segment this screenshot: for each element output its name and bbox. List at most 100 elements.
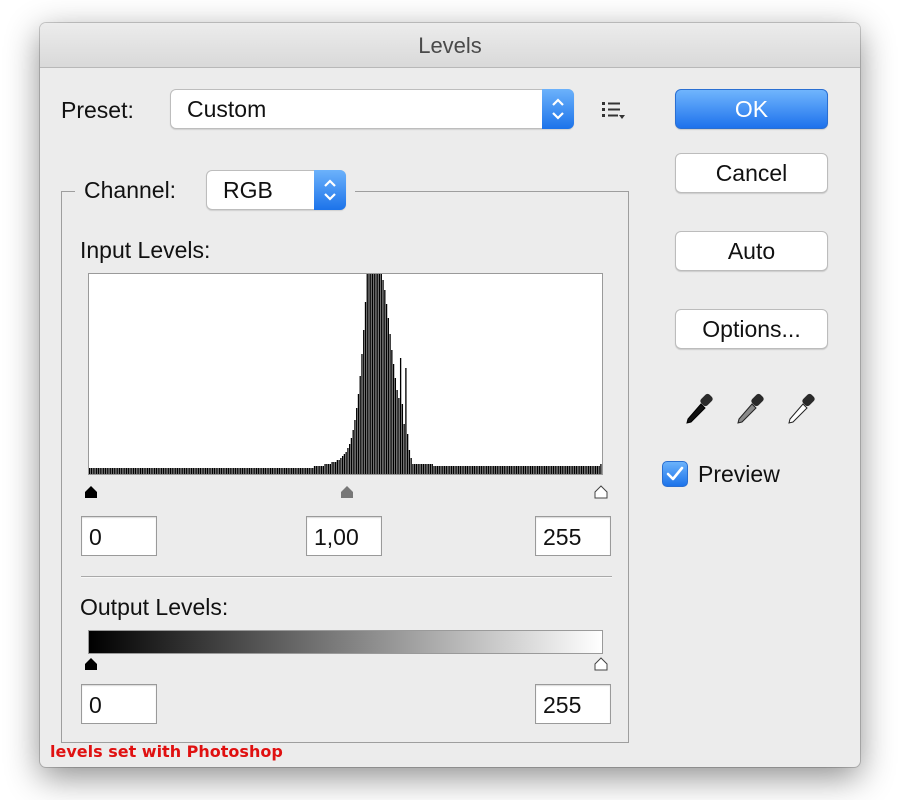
- histogram-bar: [320, 466, 323, 474]
- channel-select[interactable]: RGB: [206, 170, 346, 210]
- output-black-slider[interactable]: [83, 657, 99, 671]
- histogram-bar: [377, 274, 379, 474]
- histogram-bar: [596, 466, 599, 474]
- histogram-bar: [157, 468, 159, 474]
- histogram-bar: [510, 466, 512, 474]
- auto-button[interactable]: Auto: [675, 231, 828, 271]
- histogram-bar: [113, 468, 115, 474]
- histogram-bar: [551, 466, 553, 474]
- histogram-bar: [324, 464, 326, 474]
- histogram-bar: [436, 466, 439, 474]
- histogram-bar: [475, 466, 477, 474]
- white-eyedropper-icon[interactable]: [784, 391, 820, 427]
- histogram-bar: [401, 404, 404, 474]
- histogram-bar: [104, 468, 107, 474]
- preset-options-icon[interactable]: [601, 100, 627, 122]
- histogram-bar: [521, 466, 523, 474]
- histogram-bar: [544, 466, 546, 474]
- histogram-bar: [484, 466, 486, 474]
- histogram-bar: [298, 468, 300, 474]
- histogram-bar: [203, 468, 205, 474]
- histogram-bar: [94, 468, 96, 474]
- histogram-bar: [117, 468, 119, 474]
- histogram-bar: [280, 468, 282, 474]
- output-white-field[interactable]: 255: [535, 684, 611, 724]
- histogram-bar: [494, 466, 497, 474]
- histogram-bar: [127, 468, 129, 474]
- channel-value: RGB: [223, 177, 273, 203]
- histogram-bar: [340, 458, 342, 474]
- histogram-bar: [577, 466, 579, 474]
- histogram-bar: [354, 420, 356, 474]
- histogram-bar: [600, 464, 602, 474]
- histogram-bar: [201, 468, 203, 474]
- histogram-bar: [125, 468, 128, 474]
- histogram-bar: [96, 468, 98, 474]
- histogram-bar: [450, 466, 453, 474]
- histogram-bar: [406, 434, 409, 474]
- histogram-bar: [185, 468, 187, 474]
- histogram-bar: [129, 468, 131, 474]
- histogram-bar: [487, 466, 490, 474]
- histogram-bar: [522, 466, 525, 474]
- output-white-slider[interactable]: [593, 657, 609, 671]
- input-gamma-slider[interactable]: [339, 485, 355, 499]
- histogram-bar: [168, 468, 170, 474]
- histogram-bar: [385, 304, 388, 474]
- histogram-bar: [515, 466, 518, 474]
- histogram-bar: [463, 466, 465, 474]
- histogram-bar: [554, 466, 556, 474]
- histogram-bar: [152, 468, 154, 474]
- output-black-field[interactable]: 0: [81, 684, 157, 724]
- histogram-bar: [396, 390, 398, 474]
- preset-select[interactable]: Custom: [170, 89, 574, 129]
- histogram-bar: [106, 468, 108, 474]
- histogram-bar: [150, 468, 152, 474]
- histogram-bar: [310, 468, 312, 474]
- histogram-bar: [387, 318, 389, 474]
- histogram-bar: [568, 466, 570, 474]
- preset-stepper-icon: [542, 89, 574, 129]
- histogram-bar: [531, 466, 534, 474]
- histogram-bar: [587, 466, 590, 474]
- histogram-bar: [124, 468, 126, 474]
- histogram-bar: [508, 466, 511, 474]
- preview-checkbox[interactable]: [662, 461, 688, 487]
- histogram-bar: [579, 466, 581, 474]
- histogram-bar: [268, 468, 270, 474]
- histogram-bar: [299, 468, 302, 474]
- histogram-bar: [364, 302, 367, 474]
- options-button[interactable]: Options...: [675, 309, 828, 349]
- histogram-bar: [405, 368, 407, 474]
- histogram-bar: [533, 466, 535, 474]
- histogram-bar: [245, 468, 247, 474]
- histogram-bar: [384, 290, 386, 474]
- histogram-bar: [371, 274, 374, 474]
- output-levels-label: Output Levels:: [80, 594, 229, 620]
- histogram-bar: [410, 458, 412, 474]
- histogram-bar: [375, 274, 377, 474]
- histogram-bar: [308, 468, 310, 474]
- histogram-bar: [338, 460, 340, 474]
- cancel-button[interactable]: Cancel: [675, 153, 828, 193]
- input-white-slider[interactable]: [593, 485, 609, 499]
- histogram-bar: [108, 468, 110, 474]
- input-black-slider[interactable]: [83, 485, 99, 499]
- input-black-field[interactable]: 0: [81, 516, 157, 556]
- histogram-bar: [468, 466, 470, 474]
- histogram-bar: [403, 424, 405, 474]
- histogram-bar: [345, 452, 347, 474]
- input-gamma-field[interactable]: 1,00: [306, 516, 382, 556]
- ok-button[interactable]: OK: [675, 89, 828, 129]
- gray-eyedropper-icon[interactable]: [733, 391, 769, 427]
- histogram-bar: [540, 466, 542, 474]
- preview-label: Preview: [698, 461, 780, 487]
- input-white-value: 255: [543, 524, 582, 550]
- black-eyedropper-icon[interactable]: [682, 391, 718, 427]
- histogram-bar: [556, 466, 558, 474]
- input-white-field[interactable]: 255: [535, 516, 611, 556]
- histogram-bar: [566, 466, 569, 474]
- histogram-bar: [471, 466, 474, 474]
- histogram-bar: [459, 466, 462, 474]
- histogram-bar: [414, 464, 416, 474]
